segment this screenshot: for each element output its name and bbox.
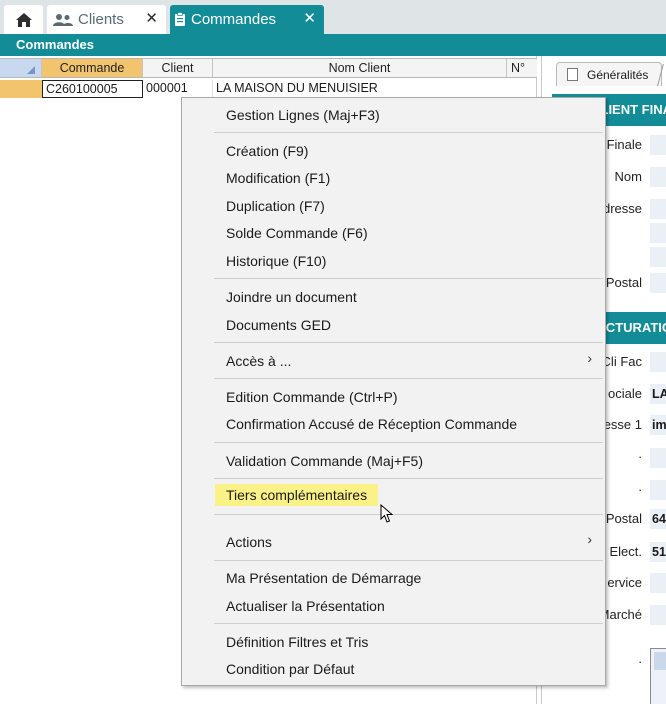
close-icon[interactable]: ✕ — [145, 11, 158, 27]
tab-commandes[interactable]: Commandes ✕ — [170, 5, 324, 34]
document-icon — [567, 68, 578, 81]
menu-separator — [214, 442, 603, 443]
table-row[interactable]: C260100005 000001 LA MAISON DU MENUISIER — [0, 80, 507, 98]
column-header-client[interactable]: Client — [143, 59, 213, 77]
menu-separator — [214, 478, 603, 479]
close-icon[interactable]: ✕ — [303, 11, 316, 27]
menu-separator — [214, 623, 603, 624]
clipboard-icon — [175, 12, 185, 26]
field-cli-fac[interactable] — [650, 352, 666, 372]
menu-item-actualiser-presentation[interactable]: Actualiser la Présentation — [226, 597, 385, 615]
column-header-numero[interactable]: N° — [507, 59, 537, 77]
cell-client[interactable]: 000001 — [143, 80, 213, 98]
field-marche[interactable] — [650, 605, 666, 625]
menu-item-validation-commande[interactable]: Validation Commande (Maj+F5) — [226, 452, 423, 470]
menu-separator — [214, 132, 603, 133]
cell-commande[interactable]: C260100005 — [42, 80, 143, 98]
field-adresse-2b[interactable] — [650, 448, 666, 468]
select-all-corner[interactable] — [0, 59, 42, 77]
field-nom[interactable] — [650, 167, 666, 187]
menu-separator — [214, 278, 603, 279]
grid-header: Commande Client Nom Client N° — [0, 58, 537, 78]
tab-clients[interactable]: Clients ✕ — [47, 5, 166, 34]
menu-separator — [214, 342, 603, 343]
menu-item-duplication[interactable]: Duplication (F7) — [226, 197, 325, 215]
menu-item-gestion-lignes[interactable]: Gestion Lignes (Maj+F3) — [226, 106, 380, 124]
menu-item-tiers-complementaires[interactable]: Tiers complémentaires — [215, 484, 379, 506]
tab-generalites-label: Généralités — [587, 68, 649, 82]
notes-box[interactable] — [650, 648, 666, 704]
column-header-commande[interactable]: Commande — [42, 59, 143, 77]
corner-triangle-icon — [27, 66, 35, 74]
mouse-cursor-icon — [380, 504, 394, 523]
menu-item-ma-presentation[interactable]: Ma Présentation de Démarrage — [226, 569, 421, 587]
tab-strip: Clients ✕ Commandes ✕ — [0, 0, 666, 34]
chevron-right-icon: › — [587, 531, 592, 547]
field-postal[interactable] — [650, 273, 666, 293]
menu-separator — [214, 560, 603, 561]
menu-item-actions[interactable]: Actions — [226, 533, 272, 551]
tab-commandes-label: Commandes — [191, 11, 277, 28]
chevron-right-icon: › — [587, 350, 592, 366]
notes-box-header — [654, 652, 666, 670]
field-raison-sociale[interactable]: LA — [650, 384, 666, 404]
menu-item-documents-ged[interactable]: Documents GED — [226, 316, 331, 334]
field-service[interactable] — [650, 573, 666, 593]
field-adresse-3[interactable] — [650, 247, 666, 267]
field-adresse-3b[interactable] — [650, 480, 666, 500]
field-adresse-2[interactable] — [650, 223, 666, 243]
field-finale[interactable] — [650, 135, 666, 155]
row-selector[interactable] — [0, 80, 42, 98]
home-icon — [15, 12, 32, 27]
context-menu: Gestion Lignes (Maj+F3) Création (F9) Mo… — [181, 97, 606, 686]
menu-separator — [214, 378, 603, 379]
menu-item-acces-a[interactable]: Accès à ... — [226, 352, 291, 370]
users-icon — [53, 13, 73, 26]
field-elect[interactable]: 51 — [650, 542, 666, 562]
menu-item-edition-commande[interactable]: Edition Commande (Ctrl+P) — [226, 388, 398, 406]
tab-home[interactable] — [4, 5, 43, 34]
menu-item-modification[interactable]: Modification (F1) — [226, 169, 330, 187]
menu-item-joindre-document[interactable]: Joindre un document — [226, 288, 357, 306]
page-title: Commandes — [0, 34, 666, 56]
menu-item-creation[interactable]: Création (F9) — [226, 142, 308, 160]
menu-item-solde-commande[interactable]: Solde Commande (F6) — [226, 224, 368, 242]
menu-item-confirmation-accuse[interactable]: Confirmation Accusé de Réception Command… — [226, 415, 517, 433]
menu-item-condition-defaut[interactable]: Condition par Défaut — [226, 660, 354, 678]
menu-item-definition-filtres[interactable]: Définition Filtres et Tris — [226, 633, 368, 651]
cell-nom-client[interactable]: LA MAISON DU MENUISIER — [213, 80, 507, 98]
field-adresse-1[interactable]: im — [650, 415, 666, 435]
field-adresse[interactable] — [650, 199, 666, 219]
menu-separator — [214, 514, 603, 515]
column-header-nom-client[interactable]: Nom Client — [213, 59, 507, 77]
tab-clients-label: Clients — [78, 11, 124, 28]
menu-item-historique[interactable]: Historique (F10) — [226, 252, 326, 270]
field-postal-fac[interactable]: 64 — [650, 509, 666, 529]
tab-generalites[interactable]: Généralités — [556, 62, 662, 86]
